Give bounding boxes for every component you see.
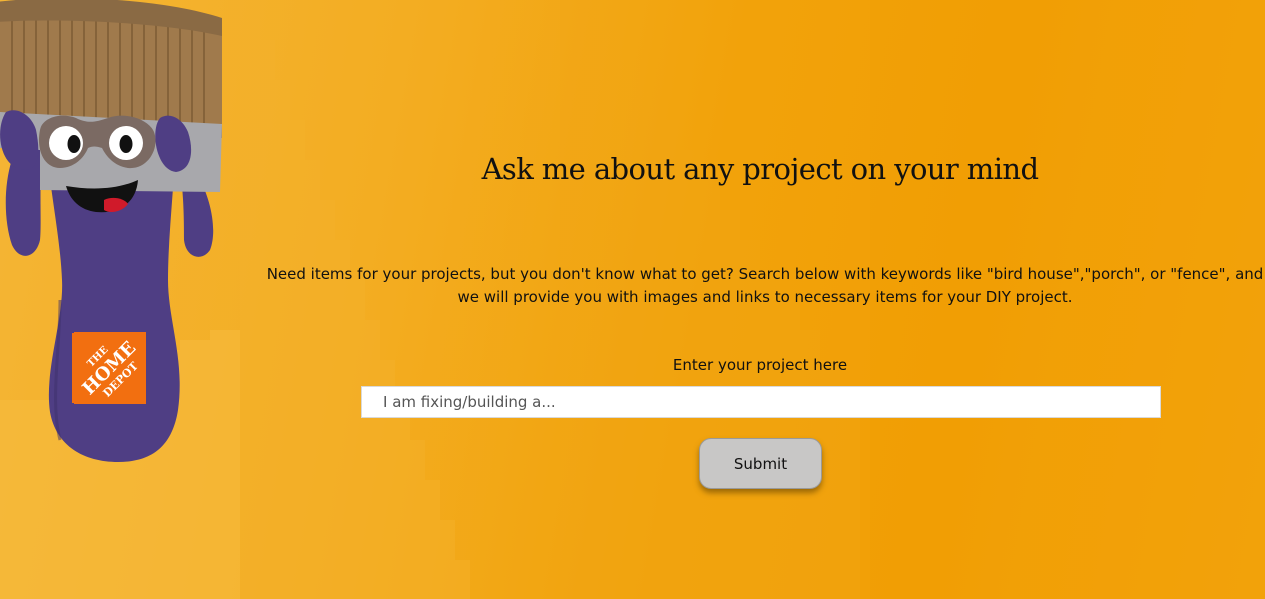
project-search-input[interactable] xyxy=(361,386,1161,418)
project-field-label: Enter your project here xyxy=(672,356,848,374)
submit-button[interactable]: Submit xyxy=(699,438,822,489)
intro-text: Need items for your projects, but you do… xyxy=(266,265,1264,306)
page-title: Ask me about any project on your mind xyxy=(481,152,1039,186)
paintbrush-mascot-icon: THE HOME DEPOT xyxy=(0,0,222,462)
